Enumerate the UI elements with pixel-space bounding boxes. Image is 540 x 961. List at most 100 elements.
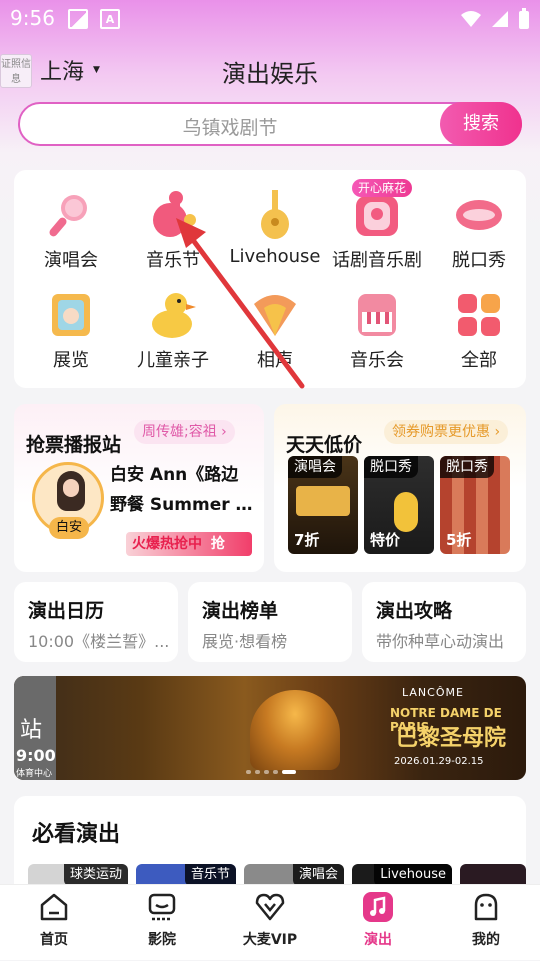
pagination-dot xyxy=(246,770,251,774)
status-time: 9:56 xyxy=(10,6,55,30)
banner-pagination xyxy=(246,770,296,774)
pagination-dot xyxy=(255,770,260,774)
tab-cinema[interactable]: 影院 xyxy=(108,885,216,961)
tab-vip[interactable]: 大麦VIP xyxy=(216,885,324,961)
category-badge: 开心麻花 xyxy=(352,179,413,197)
ticket-news-line2: 野餐 Summer Tr... xyxy=(110,495,258,515)
cinema-icon xyxy=(146,891,178,923)
category-crosstalk[interactable]: 相声 xyxy=(224,276,326,372)
show-ranking-title: 演出榜单 xyxy=(202,600,279,622)
category-label: 脱口秀 xyxy=(452,250,506,271)
category-label: 全部 xyxy=(461,350,497,371)
banner-date: 2026.01.29-02.15 xyxy=(394,756,484,767)
category-standup[interactable]: 脱口秀 xyxy=(428,176,530,272)
ticket-news-chip[interactable]: 周传雄;容祖 › xyxy=(134,420,235,444)
avatar-name: 白安 xyxy=(49,517,89,539)
rubber-duck-icon xyxy=(148,290,198,340)
banner-brand: LANCÔME xyxy=(402,686,464,699)
deal-item[interactable]: 演唱会 7折 xyxy=(288,456,358,554)
image-notification-icon xyxy=(68,9,88,29)
category-exhibition[interactable]: 展览 xyxy=(20,276,122,372)
profile-icon xyxy=(470,891,502,923)
deal-tag: 演唱会 xyxy=(288,456,342,478)
deal-price: 特价 xyxy=(370,531,401,549)
show-calendar-title: 演出日历 xyxy=(28,600,105,622)
deal-item[interactable]: 脱口秀 特价 xyxy=(364,456,434,554)
daily-deals-card[interactable]: 天天低价 领券购票更优惠 › 演唱会 7折 脱口秀 特价 脱口秀 5折 xyxy=(274,404,526,572)
tab-label: 首页 xyxy=(40,932,68,948)
grid-icon xyxy=(454,290,504,340)
painting-icon xyxy=(46,290,96,340)
vip-heart-icon xyxy=(254,891,286,923)
fan-icon xyxy=(250,290,300,340)
duck-guitar-icon xyxy=(148,190,198,240)
tab-shows[interactable]: 演出 xyxy=(324,885,432,961)
search-button[interactable]: 搜索 xyxy=(440,102,522,146)
banner-left-time: 9:00 xyxy=(16,746,56,765)
tab-home[interactable]: 首页 xyxy=(0,885,108,961)
category-all[interactable]: 全部 xyxy=(428,276,530,372)
banner-left-char: 站 xyxy=(20,718,43,743)
theater-mask-icon xyxy=(352,190,402,240)
tab-profile[interactable]: 我的 xyxy=(432,885,540,961)
search-bar[interactable]: 乌镇戏剧节 搜索 xyxy=(18,102,522,146)
a-notification-icon: A xyxy=(100,9,120,29)
category-kids[interactable]: 儿童亲子 xyxy=(122,276,224,372)
category-label: 相声 xyxy=(257,350,293,371)
banner-cn-title: 巴黎圣母院 xyxy=(396,726,507,751)
show-calendar-subtitle: 10:00《楼兰誓》... xyxy=(28,632,170,651)
deal-tag: 脱口秀 xyxy=(440,456,494,478)
bell-illustration xyxy=(250,690,340,770)
piano-icon xyxy=(352,290,402,340)
grab-icon: 抢 xyxy=(210,536,225,552)
deal-poster-art xyxy=(296,486,350,516)
category-label: 音乐会 xyxy=(350,350,404,371)
music-note-icon xyxy=(362,891,394,923)
show-tag: 演唱会 xyxy=(292,864,344,886)
search-input[interactable]: 乌镇戏剧节 xyxy=(20,113,440,140)
deal-item[interactable]: 脱口秀 5折 xyxy=(440,456,510,554)
category-label: 展览 xyxy=(53,350,89,371)
ticket-news-card[interactable]: 抢票播报站 周传雄;容祖 › 白安 白安 Ann《路边 野餐 Summer Tr… xyxy=(14,404,264,572)
page-header: 证照信息 上海 ▼ 演出娱乐 xyxy=(0,50,540,94)
show-guide-subtitle: 带你种草心动演出 xyxy=(376,632,505,651)
battery-icon xyxy=(519,8,529,29)
category-livehouse[interactable]: Livehouse xyxy=(224,176,326,272)
pagination-dot xyxy=(273,770,278,774)
avatar-face xyxy=(57,471,85,511)
show-ranking-card[interactable]: 演出榜单 展览·想看榜 xyxy=(188,582,352,662)
ticket-news-line1: 白安 Ann《路边 xyxy=(110,465,239,485)
status-bar: 9:56 A xyxy=(0,0,540,40)
pagination-dot-active xyxy=(282,770,296,774)
deal-price: 5折 xyxy=(446,531,472,549)
category-label: 话剧音乐剧 xyxy=(332,250,422,271)
daily-deals-title: 天天低价 xyxy=(286,434,363,456)
hot-sale-tag: 火爆热抢中 抢 xyxy=(126,532,252,556)
category-concert[interactable]: 演唱会 xyxy=(20,176,122,272)
must-see-title: 必看演出 xyxy=(32,822,121,847)
hot-sale-label: 火爆热抢中 xyxy=(132,536,202,552)
show-tag: Livehouse xyxy=(374,864,452,886)
bottom-tab-bar: 首页 影院 大麦VIP 演出 我的 xyxy=(0,884,540,960)
home-icon xyxy=(38,891,70,923)
deal-tag: 脱口秀 xyxy=(364,456,418,478)
tab-label: 影院 xyxy=(148,932,176,948)
signal-icon xyxy=(492,11,508,27)
banner-left-venue: 体育中心 xyxy=(16,769,53,779)
promo-banner[interactable]: 站 9:00 体育中心 LANCÔME NOTRE DAME DE PARIS … xyxy=(14,676,526,780)
show-guide-card[interactable]: 演出攻略 带你种草心动演出 xyxy=(362,582,526,662)
microphone-icon xyxy=(46,190,96,240)
category-music-festival[interactable]: 音乐节 xyxy=(122,176,224,272)
show-calendar-card[interactable]: 演出日历 10:00《楼兰誓》... xyxy=(14,582,178,662)
daily-deals-chip[interactable]: 领券购票更优惠 › xyxy=(384,420,509,444)
banner-prev-slide: 站 9:00 体育中心 xyxy=(14,676,56,780)
lips-icon xyxy=(454,190,504,240)
status-notifications: A xyxy=(68,9,120,29)
tab-label: 演出 xyxy=(364,932,392,948)
deal-poster-art xyxy=(394,492,418,532)
page-title: 演出娱乐 xyxy=(222,60,318,88)
category-label: Livehouse xyxy=(229,246,321,267)
show-tag: 音乐节 xyxy=(184,864,236,886)
wifi-icon xyxy=(461,11,481,27)
category-classical-concert[interactable]: 音乐会 xyxy=(326,276,428,372)
